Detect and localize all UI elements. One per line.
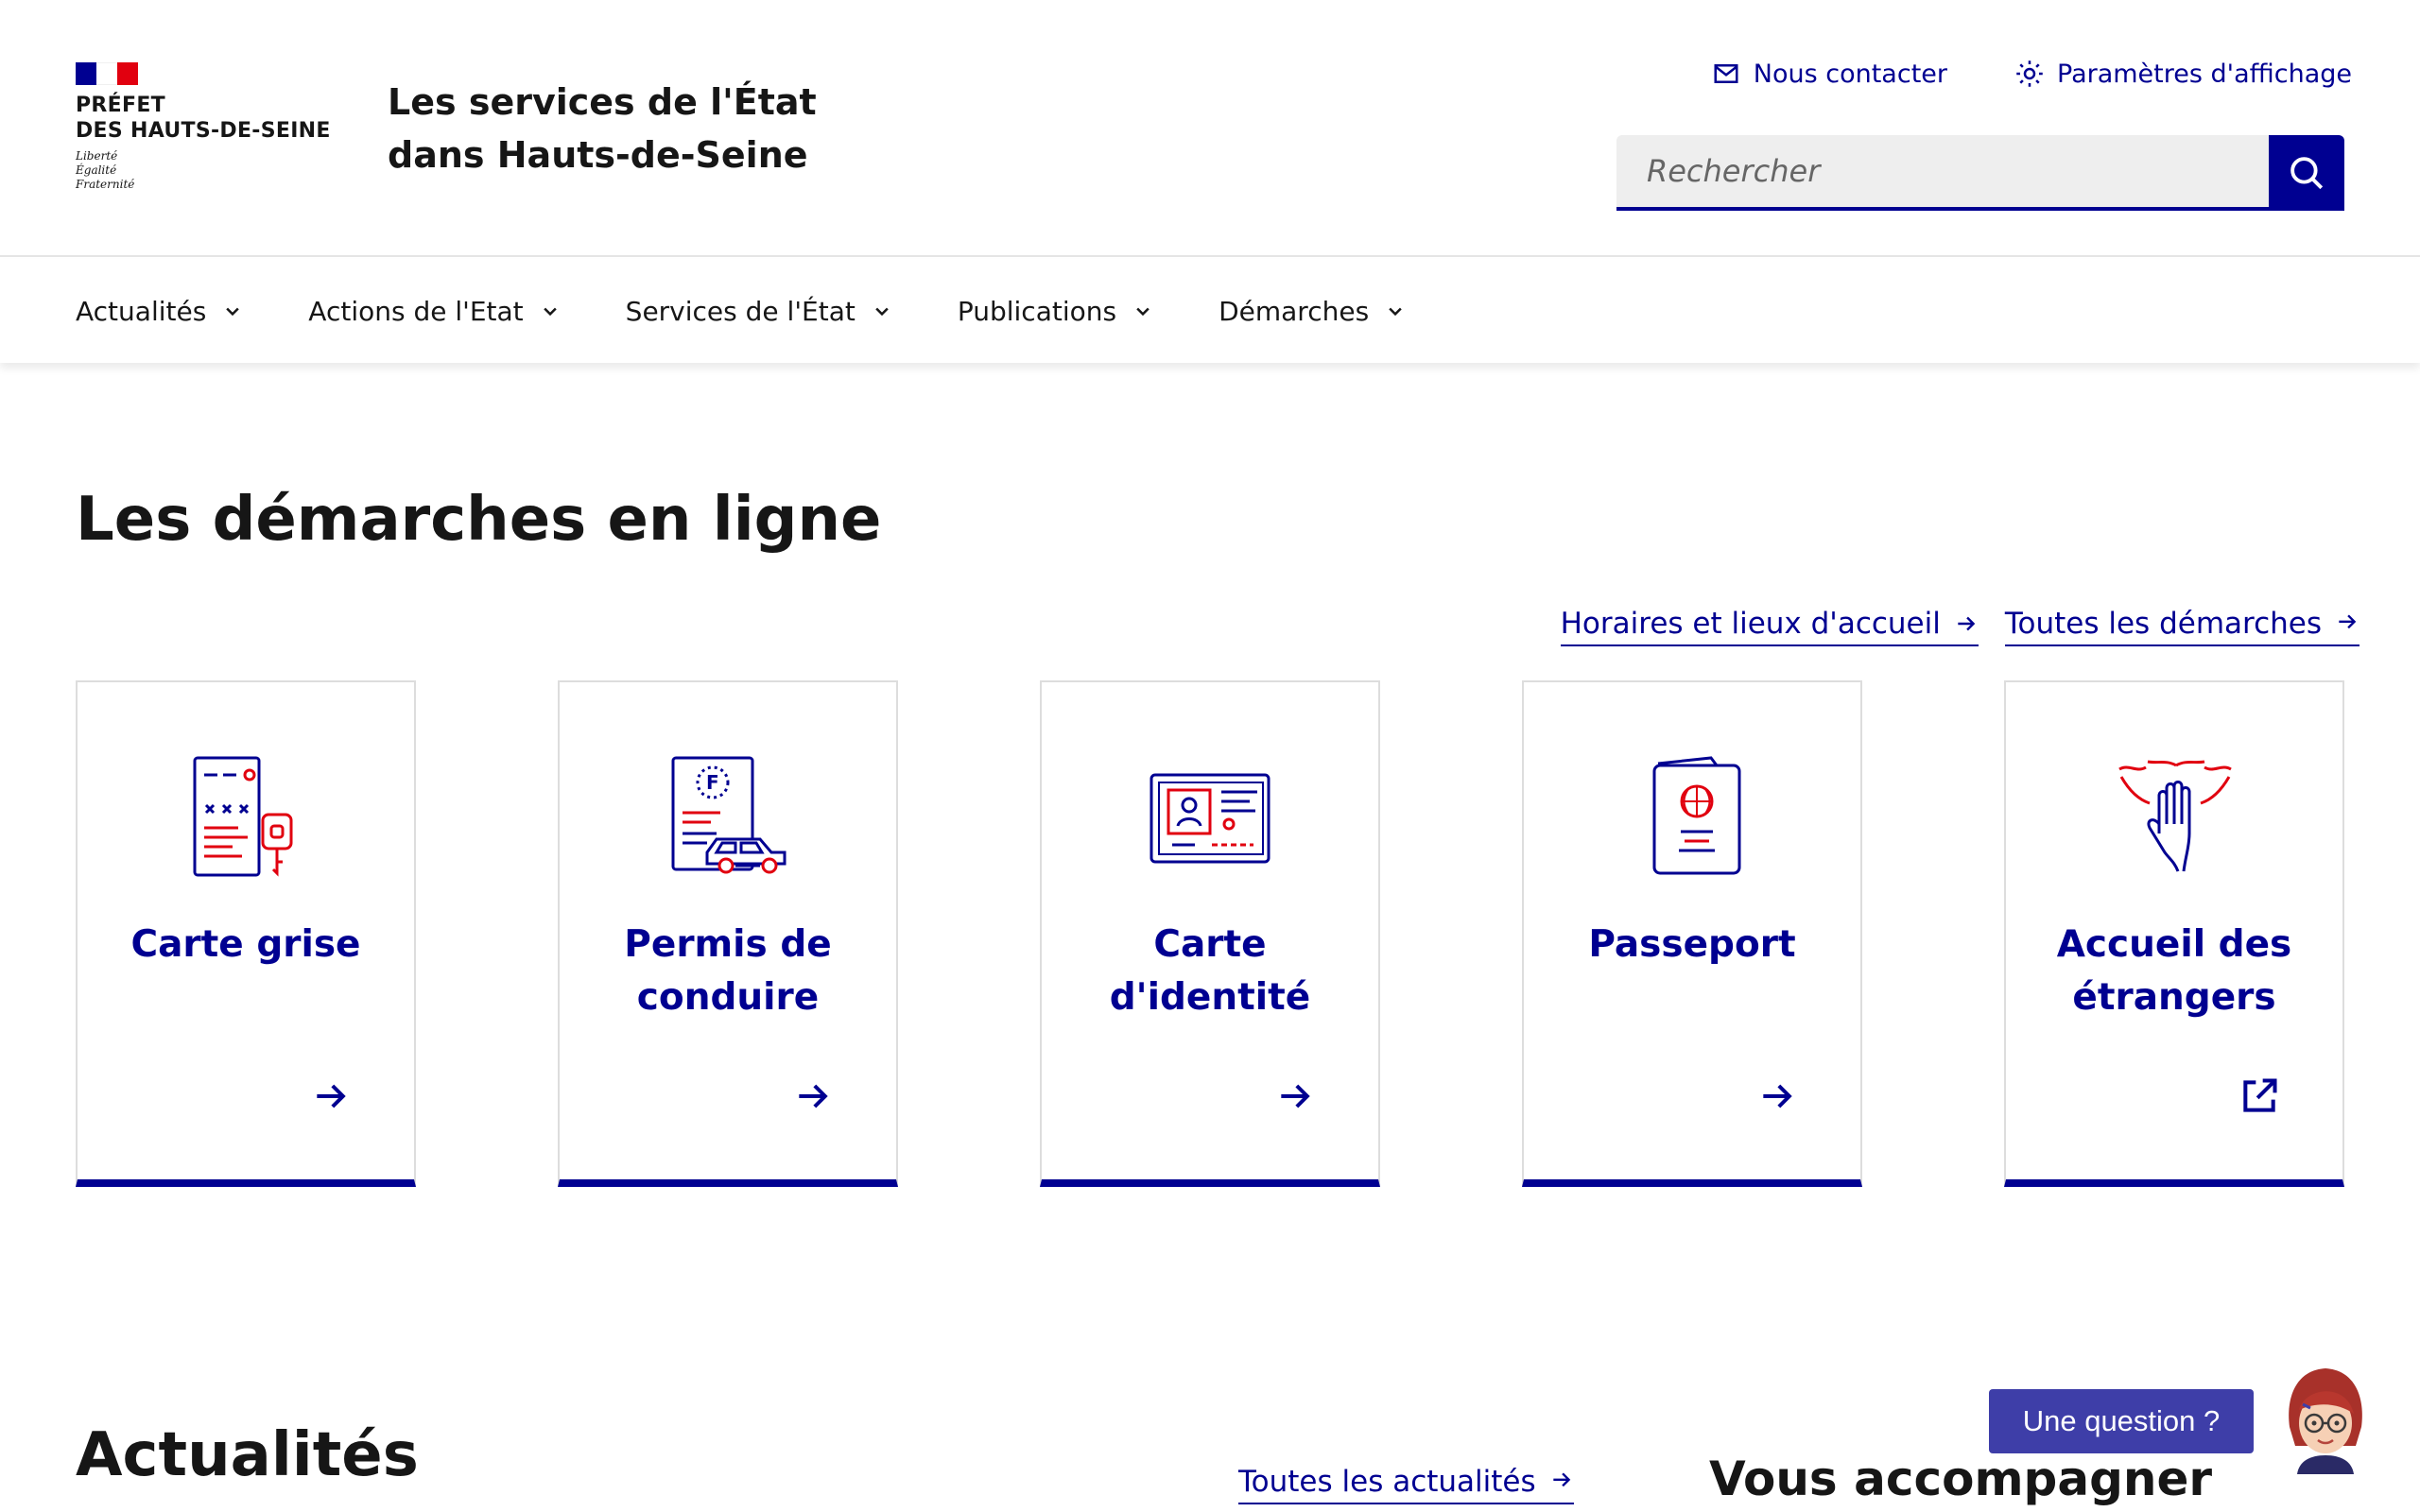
nav-item-label: Actions de l'Etat: [308, 295, 524, 327]
card-accueil-etrangers[interactable]: Accueil des étrangers: [2004, 680, 2344, 1187]
svg-text:F: F: [706, 771, 719, 794]
nav-item-actualites[interactable]: Actualités: [76, 259, 242, 363]
search-input[interactable]: [1616, 135, 2269, 211]
prefecture-logo[interactable]: PRÉFET DES HAUTS-DE-SEINE Liberté Égalit…: [76, 62, 331, 192]
external-link-icon: [2243, 1078, 2277, 1112]
card-title: Accueil des étrangers: [2056, 923, 2292, 1019]
nav-item-label: Actualités: [76, 295, 207, 327]
arrow-right-icon: [1281, 1084, 1310, 1108]
section-title-accompagner: Vous accompagner: [1709, 1452, 2213, 1506]
toutes-actualites-link[interactable]: Toutes les actualités: [1238, 1463, 1574, 1504]
arrow-right-icon: [1958, 616, 1976, 631]
marianne-flag: [76, 62, 138, 85]
toutes-demarches-link[interactable]: Toutes les démarches: [2004, 605, 2360, 646]
mail-icon: [1714, 64, 1738, 83]
demarches-links: Horaires et lieux d'accueil Toutes les d…: [1560, 605, 2360, 646]
nav-item-actions-etat[interactable]: Actions de l'Etat: [308, 259, 559, 363]
display-settings-link[interactable]: Paramètres d'affichage: [2008, 53, 2360, 94]
nav-item-label: Services de l'État: [625, 295, 856, 327]
chatbot-avatar-icon[interactable]: [2278, 1361, 2373, 1474]
card-passeport[interactable]: Passeport: [1522, 680, 1862, 1187]
nav-item-label: Publications: [957, 295, 1117, 327]
nav-item-publications[interactable]: Publications: [958, 259, 1152, 363]
search-button[interactable]: [2269, 135, 2344, 211]
driving-license-icon: F: [671, 756, 786, 874]
demarches-cards: Carte grise F Permis de conduire Carte d…: [76, 680, 2344, 1187]
nav-item-label: Démarches: [1219, 295, 1370, 327]
display-settings-label: Paramètres d'affichage: [2057, 59, 2352, 89]
card-permis-de-conduire[interactable]: F Permis de conduire: [558, 680, 898, 1187]
chevron-down-icon: [1136, 307, 1150, 317]
header-quick-links: Nous contacter Paramètres d'affichage: [1704, 53, 2360, 94]
car-registration-icon: [193, 756, 293, 877]
arrow-up-right-icon: [2339, 614, 2357, 629]
toutes-demarches-label: Toutes les démarches: [2004, 607, 2322, 641]
card-carte-identite[interactable]: Carte d'identité: [1040, 680, 1380, 1187]
toutes-actualites-label: Toutes les actualités: [1238, 1465, 1536, 1499]
chevron-down-icon: [226, 307, 240, 317]
arrow-right-icon: [1763, 1084, 1792, 1108]
card-title: Permis de conduire: [624, 923, 832, 1019]
chevron-down-icon: [1389, 307, 1402, 317]
card-title: Carte grise: [130, 923, 361, 966]
logo-title: PRÉFET DES HAUTS-DE-SEINE: [76, 94, 331, 143]
horaires-link-label: Horaires et lieux d'accueil: [1560, 607, 1941, 641]
welcome-hands-icon: [2118, 760, 2232, 872]
search-bar: [1616, 135, 2344, 211]
site-header: PRÉFET DES HAUTS-DE-SEINE Liberté Égalit…: [0, 0, 2420, 257]
section-title-actualites: Actualités: [76, 1420, 419, 1490]
card-carte-grise[interactable]: Carte grise: [76, 680, 416, 1187]
nav-item-services-etat[interactable]: Services de l'État: [626, 259, 891, 363]
sun-icon: [2016, 60, 2043, 87]
service-title[interactable]: Les services de l'État dans Hauts-de-Sei…: [388, 76, 917, 181]
passport-icon: [1652, 756, 1741, 875]
chevron-down-icon: [543, 307, 557, 317]
main-nav: Actualités Actions de l'Etat Services de…: [0, 259, 2420, 363]
contact-label: Nous contacter: [1753, 59, 1947, 89]
chatbot-button[interactable]: Une question ?: [1989, 1389, 2254, 1453]
card-title: Carte d'identité: [1109, 923, 1311, 1019]
contact-link[interactable]: Nous contacter: [1704, 53, 1955, 94]
id-card-icon: [1150, 773, 1270, 864]
arrow-up-right-icon: [1552, 1472, 1570, 1487]
horaires-link[interactable]: Horaires et lieux d'accueil: [1560, 605, 1979, 646]
section-title-demarches: Les démarches en ligne: [76, 485, 882, 555]
nav-item-demarches[interactable]: Démarches: [1219, 259, 1405, 363]
search-icon: [2290, 157, 2324, 190]
republic-motto: Liberté Égalité Fraternité: [76, 149, 135, 191]
card-title: Passeport: [1588, 923, 1796, 966]
arrow-right-icon: [317, 1084, 346, 1108]
chevron-down-icon: [875, 307, 889, 317]
arrow-right-icon: [799, 1084, 828, 1108]
